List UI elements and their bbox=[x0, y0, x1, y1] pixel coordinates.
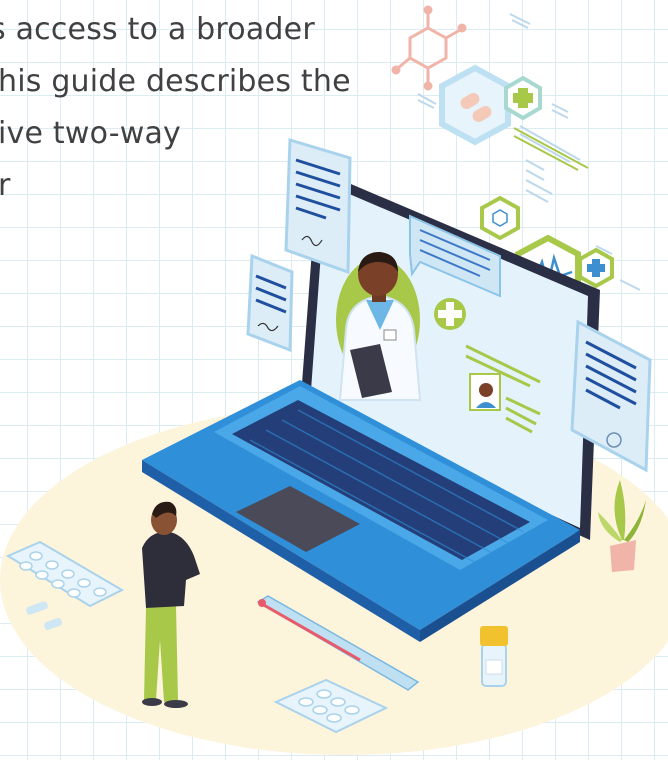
document-left-bottom-icon bbox=[246, 253, 294, 353]
medicine-bottle-icon bbox=[480, 626, 508, 687]
molecule-hexagon-icon bbox=[480, 195, 520, 241]
medical-cross-small-icon bbox=[578, 247, 614, 289]
medical-cross-icon bbox=[434, 298, 466, 330]
medical-cross-hexagon-icon bbox=[504, 75, 542, 121]
document-left-top-icon bbox=[284, 138, 352, 275]
telehealth-illustration bbox=[0, 5, 668, 755]
pill-hexagon-icon bbox=[439, 64, 511, 146]
decorative-green-lines bbox=[513, 127, 589, 171]
